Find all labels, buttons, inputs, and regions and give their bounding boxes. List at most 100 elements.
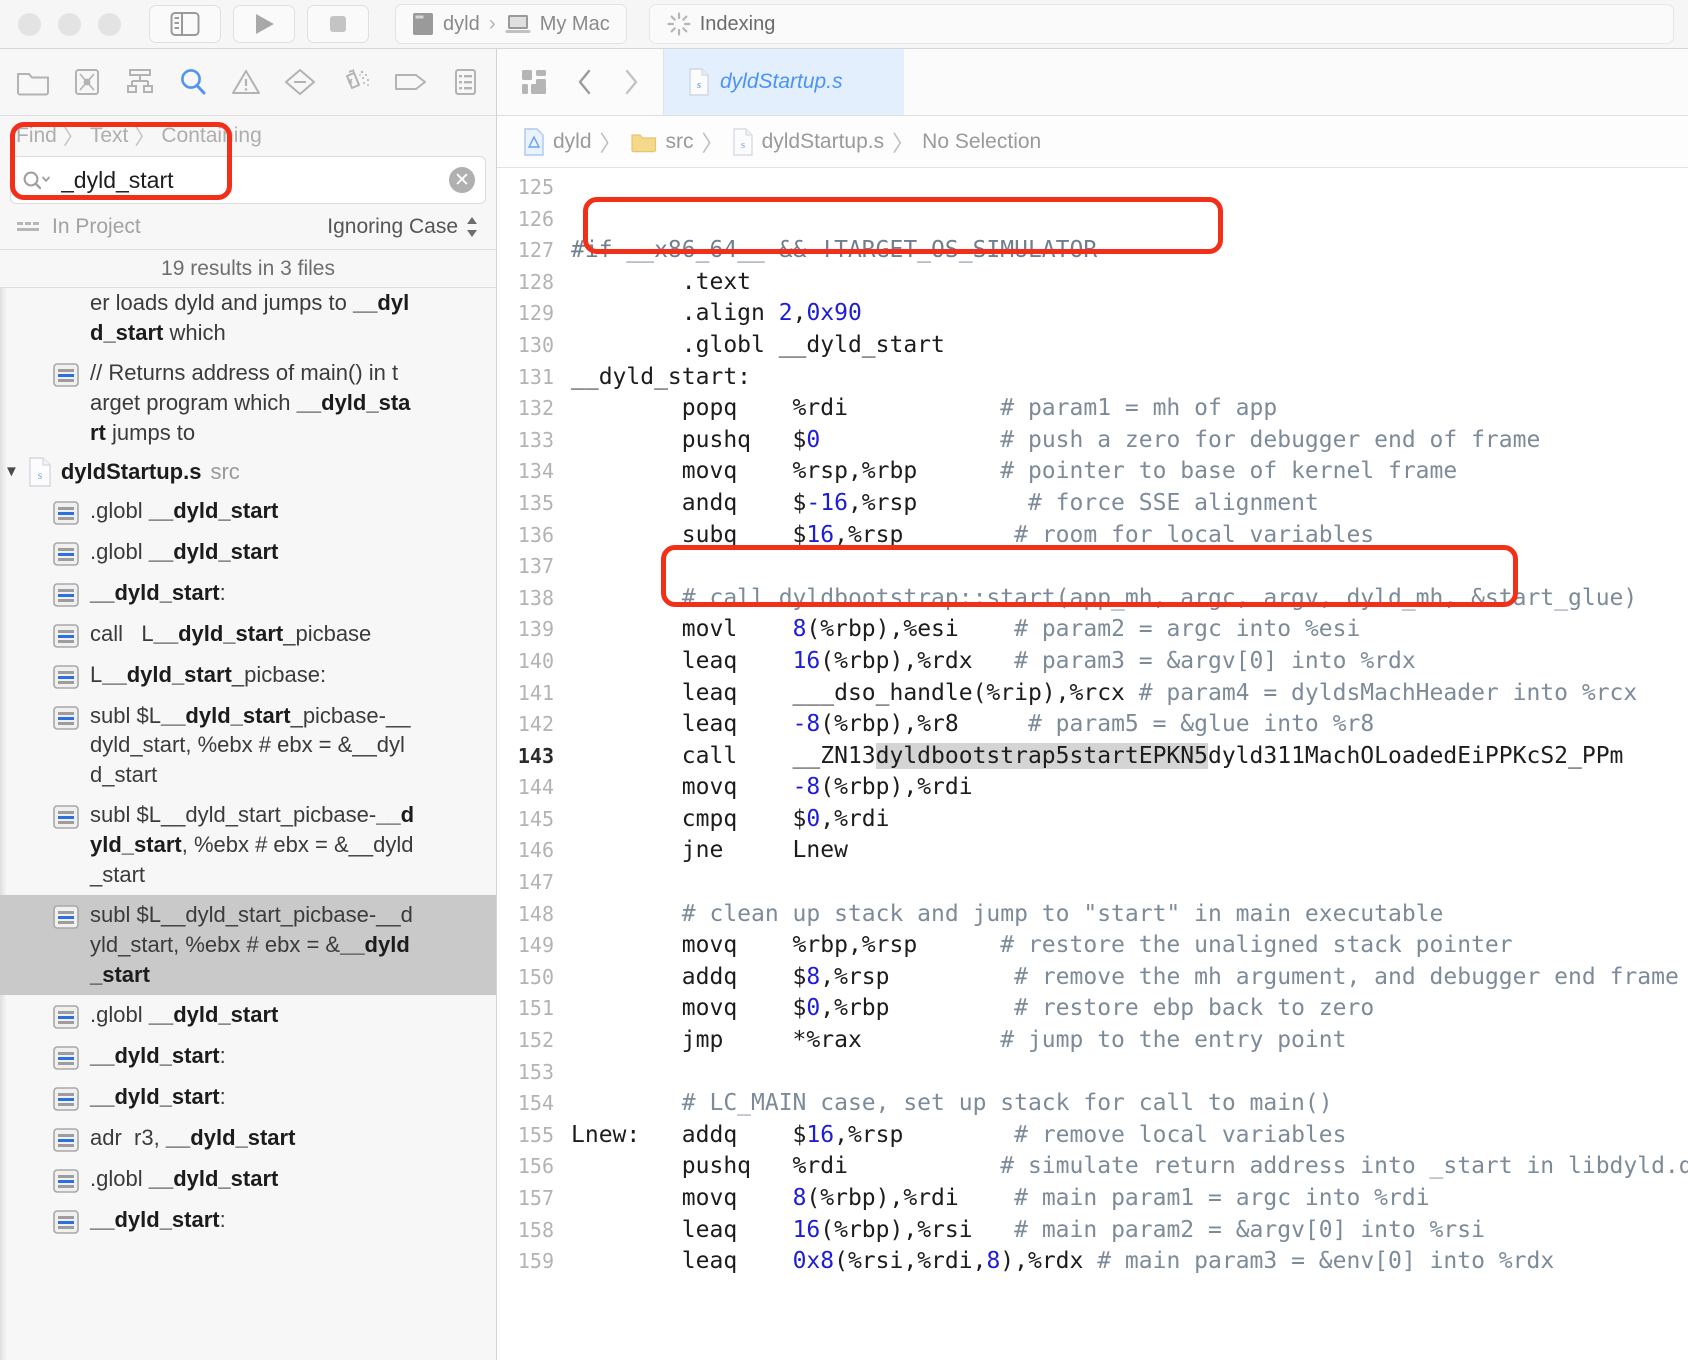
editor-options-icon[interactable] — [519, 67, 549, 97]
code-line[interactable]: 138 # call dyldbootstrap::start(app_mh, … — [497, 583, 1688, 615]
code-line[interactable]: 154 # LC_MAIN case, set up stack for cal… — [497, 1088, 1688, 1120]
code-line[interactable]: 130 .globl __dyld_start — [497, 330, 1688, 362]
result-match-row[interactable]: __dyld_start: — [0, 1077, 496, 1118]
find-search-field[interactable]: ✕ — [10, 156, 486, 204]
svg-text:s: s — [740, 139, 744, 151]
find-results-list[interactable]: er loads dyld and jumps to __dyl d_start… — [0, 288, 496, 1360]
editor-breadcrumb[interactable]: dyld 〉 src 〉 s dyldStartup.s 〉 No Select… — [497, 116, 1688, 168]
result-match-row[interactable]: __dyld_start: — [0, 1036, 496, 1077]
report-list-icon[interactable] — [450, 67, 480, 97]
code-line[interactable]: 152 jmp *%rax # jump to the entry point — [497, 1025, 1688, 1057]
result-match-text: .globl __dyld_start — [90, 1165, 279, 1191]
source-control-icon[interactable] — [71, 67, 103, 97]
clear-icon[interactable]: ✕ — [449, 167, 475, 193]
folder-icon[interactable] — [16, 67, 50, 97]
code-line[interactable]: 137 — [497, 551, 1688, 583]
result-match-row[interactable]: .globl __dyld_start — [0, 532, 496, 573]
code-line[interactable]: 134 movq %rsp,%rbp # pointer to base of … — [497, 456, 1688, 488]
code-line[interactable]: 131 __dyld_start: — [497, 362, 1688, 394]
code-line[interactable]: 156 pushq %rdi # simulate return address… — [497, 1151, 1688, 1183]
editor-tab-dyldstartup[interactable]: s dyldStartup.s — [664, 49, 904, 115]
code-line[interactable]: 148 # clean up stack and jump to "start"… — [497, 899, 1688, 931]
code-line[interactable]: 146 jne Lnew — [497, 835, 1688, 867]
find-scope-breadcrumb[interactable]: Find 〉 Text 〉 Containing — [0, 116, 496, 156]
code-line[interactable]: 151 movq $0,%rbp # restore ebp back to z… — [497, 993, 1688, 1025]
code-line[interactable]: 159 leaq 0x8(%rsi,%rdi,8),%rdx # main pa… — [497, 1246, 1688, 1278]
code-line[interactable]: 149 movq %rbp,%rsp # restore the unalign… — [497, 930, 1688, 962]
code-line[interactable]: 158 leaq 16(%rbp),%rsi # main param2 = &… — [497, 1215, 1688, 1247]
code-line[interactable]: 145 cmpq $0,%rdi — [497, 804, 1688, 836]
case-sensitivity-selector[interactable]: Ignoring Case — [327, 214, 480, 240]
line-number: 127 — [517, 238, 554, 263]
run-button[interactable] — [233, 5, 295, 43]
result-match-row[interactable]: subl $L__dyld_start_picbase-__d yld_star… — [0, 795, 496, 895]
code-line[interactable]: 126 — [497, 204, 1688, 236]
breadcrumb-item-0[interactable]: dyld — [553, 130, 592, 154]
result-match-row[interactable]: .globl __dyld_start — [0, 491, 496, 532]
code-line[interactable]: 129 .align 2,0x90 — [497, 298, 1688, 330]
project-icon — [523, 127, 545, 156]
warning-triangle-icon[interactable] — [230, 67, 262, 97]
code-line[interactable]: 125 — [497, 172, 1688, 204]
code-line-content: # LC_MAIN case, set up stack for call to… — [571, 1090, 1333, 1117]
code-line[interactable]: 135 andq $-16,%rsp # force SSE alignment — [497, 488, 1688, 520]
stop-button[interactable] — [307, 5, 369, 43]
search-icon[interactable] — [177, 66, 209, 98]
code-line-content: cmpq $0,%rdi — [571, 805, 890, 832]
find-scope-find: Find — [16, 124, 57, 147]
result-match-row[interactable]: er loads dyld and jumps to __dyl d_start… — [0, 288, 496, 353]
code-line[interactable]: 150 addq $8,%rsp # remove the mh argumen… — [497, 962, 1688, 994]
minimize-window-button[interactable] — [58, 12, 81, 36]
scheme-selector[interactable]: dyld › My Mac — [395, 4, 627, 44]
result-file-row[interactable]: ▼ s dyldStartup.s src — [0, 453, 496, 491]
code-line[interactable]: 147 — [497, 867, 1688, 899]
close-window-button[interactable] — [18, 12, 41, 36]
code-line[interactable]: 133 pushq $0 # push a zero for debugger … — [497, 425, 1688, 457]
tag-icon[interactable] — [393, 67, 429, 97]
result-match-row[interactable]: L__dyld_start_picbase: — [0, 655, 496, 696]
code-line[interactable]: 157 movq 8(%rbp),%rdi # main param1 = ar… — [497, 1183, 1688, 1215]
debug-spray-icon[interactable] — [338, 67, 372, 97]
chevron-right-icon[interactable] — [621, 67, 641, 97]
search-input[interactable] — [51, 165, 449, 195]
result-match-row[interactable]: .globl __dyld_start — [0, 1159, 496, 1200]
svg-text:s: s — [38, 468, 43, 482]
code-line[interactable]: 127 #if __x86_64__ && !TARGET_OS_SIMULATO… — [497, 235, 1688, 267]
breadcrumb-item-3[interactable]: No Selection — [922, 130, 1041, 154]
result-match-row[interactable]: subl $L__dyld_start_picbase-__ dyld_star… — [0, 696, 496, 796]
result-match-row[interactable]: call L__dyld_start_picbase — [0, 614, 496, 655]
disclosure-triangle-icon[interactable]: ▼ — [4, 463, 19, 480]
symbol-hierarchy-icon[interactable] — [124, 67, 156, 97]
code-line[interactable]: 132 popq %rdi # param1 = mh of app — [497, 393, 1688, 425]
find-scope-label: In Project — [52, 214, 141, 238]
code-line-content: .text — [571, 268, 752, 295]
search-icon[interactable] — [21, 168, 51, 192]
code-line[interactable]: 142 leaq -8(%rbp),%r8 # param5 = &glue i… — [497, 709, 1688, 741]
result-match-row[interactable]: __dyld_start: — [0, 1200, 496, 1241]
code-line[interactable]: 128 .text — [497, 267, 1688, 299]
code-line[interactable]: 144 movq -8(%rbp),%rdi — [497, 772, 1688, 804]
breadcrumb-item-1[interactable]: src — [666, 130, 694, 154]
code-line[interactable]: 153 — [497, 1057, 1688, 1089]
diamond-minus-icon[interactable] — [283, 67, 317, 97]
code-line[interactable]: 141 leaq ___dso_handle(%rip),%rcx # para… — [497, 678, 1688, 710]
line-number: 132 — [517, 396, 554, 421]
find-scope-selector[interactable]: In Project — [16, 215, 141, 239]
result-match-row[interactable]: adr r3, __dyld_start — [0, 1118, 496, 1159]
result-match-row[interactable]: subl $L__dyld_start_picbase-__d yld_star… — [0, 894, 496, 995]
breadcrumb-item-2[interactable]: dyldStartup.s — [762, 130, 885, 154]
zoom-window-button[interactable] — [98, 12, 121, 36]
source-code-editor[interactable]: 125 126 127 #if __x86_64__ && !TARGET_OS_SI… — [497, 168, 1688, 1360]
sidebar-toggle-button[interactable] — [149, 5, 221, 43]
chevron-left-icon[interactable] — [575, 67, 595, 97]
code-line[interactable]: 139 movl 8(%rbp),%esi # param2 = argc in… — [497, 614, 1688, 646]
code-line[interactable]: 140 leaq 16(%rbp),%rdx # param3 = &argv[… — [497, 646, 1688, 678]
code-line[interactable]: 155 Lnew: addq $16,%rsp # remove local va… — [497, 1120, 1688, 1152]
result-match-row[interactable]: .globl __dyld_start — [0, 995, 496, 1036]
code-line-content: pushq $0 # push a zero for debugger end … — [571, 426, 1541, 453]
result-match-row[interactable]: // Returns address of main() in t arget … — [0, 353, 496, 453]
result-match-row[interactable]: __dyld_start: — [0, 573, 496, 614]
stepper-icon[interactable] — [464, 214, 480, 240]
code-line[interactable]: 136 subq $16,%rsp # room for local varia… — [497, 520, 1688, 552]
code-line[interactable]: 143 call __ZN13dyldbootstrap5startEPKN5d… — [497, 741, 1688, 773]
